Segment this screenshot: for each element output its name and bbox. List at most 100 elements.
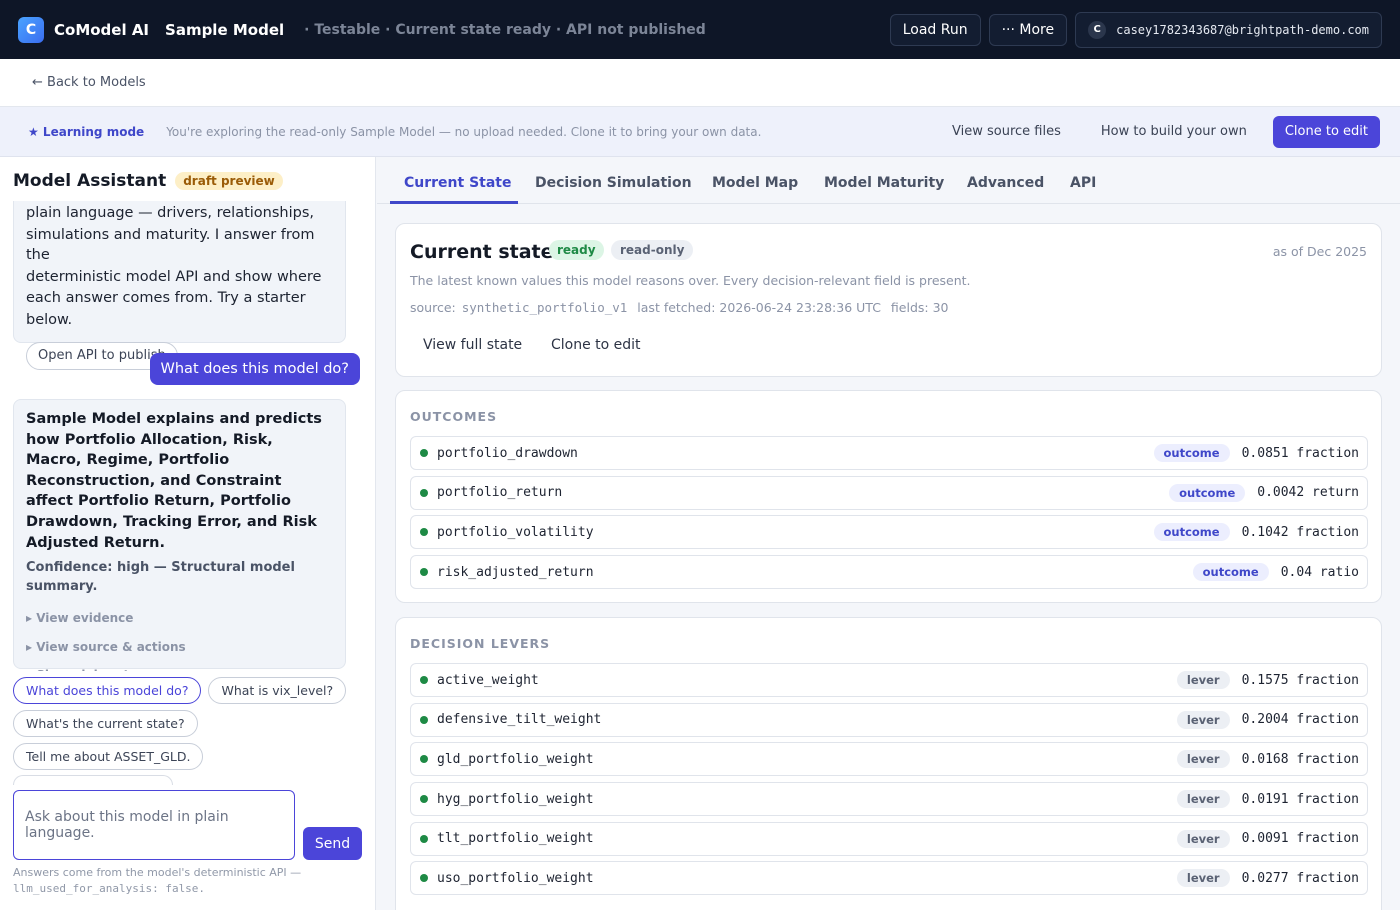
active-tab-indicator (390, 201, 518, 204)
intro-line: each answer comes from. Try a starter (26, 290, 306, 307)
card-clone-to-edit-button[interactable]: Clone to edit (551, 337, 641, 353)
field-kind-badge: lever (1176, 710, 1230, 729)
field-kind-badge: lever (1176, 829, 1230, 848)
starter-overflow (13, 775, 173, 785)
app-logo-icon[interactable]: C (18, 16, 44, 43)
answer-text: Sample Model explains and predicts how P… (26, 411, 322, 551)
state-field-row[interactable]: portfolio_drawdown outcome 0.0851 fraction (410, 436, 1368, 470)
field-kind-badge: lever (1176, 671, 1230, 689)
status-dot-icon (420, 755, 428, 764)
state-field-row[interactable]: hyg_portfolio_weight lever 0.0191 fraction (410, 782, 1368, 817)
intro-line: simulations and maturity. I answer from … (26, 226, 315, 264)
tab-model-maturity[interactable]: Model Maturity (824, 175, 944, 191)
state-field-row[interactable]: risk_adjusted_return outcome 0.04 ratio (410, 555, 1368, 590)
field-kind-badge: outcome (1153, 523, 1230, 542)
state-field-row[interactable]: tlt_portfolio_weight lever 0.0091 fraction (410, 821, 1368, 856)
assistant-intro-message: plain language — drivers, relationships,… (13, 201, 346, 371)
starter-vix-level[interactable]: What is vix_level? (208, 677, 347, 704)
learning-mode-text: You're exploring the read-only Sample Mo… (166, 124, 762, 139)
model-assistant-panel: Model Assistant draft preview plain lang… (0, 157, 376, 910)
field-name: risk_adjusted_return (437, 564, 594, 580)
field-kind-badge: lever (1176, 869, 1230, 888)
field-name: tlt_portfolio_weight (437, 831, 594, 847)
status-dot-icon (420, 568, 428, 577)
state-field-row[interactable]: active_weight lever 0.1575 fraction (410, 663, 1368, 697)
main-content: Current State Decision Simulation Model … (377, 157, 1400, 910)
back-row: ← Back to Models (0, 59, 1400, 107)
state-field-row[interactable]: uso_portfolio_weight lever 0.0277 fraction (410, 861, 1368, 896)
show-debug-trace-toggle[interactable]: ▸ Show debug trace (26, 661, 333, 671)
field-value: 0.1042 fraction (1241, 524, 1359, 540)
intro-line: below. (26, 311, 73, 328)
model-name: Sample Model (165, 20, 285, 39)
starter-current-state[interactable]: What's the current state? (13, 710, 198, 737)
tab-current-state[interactable]: Current State (404, 175, 512, 191)
state-field-row[interactable]: portfolio_volatility outcome 0.1042 fracti… (410, 515, 1368, 550)
field-value: 0.1575 fraction (1241, 672, 1359, 688)
send-button[interactable]: Send (303, 827, 362, 860)
fields-count: fields: 30 (890, 300, 949, 315)
field-kind-badge: lever (1176, 790, 1230, 809)
assistant-title: Model Assistant (13, 171, 167, 191)
field-value: 0.2004 fraction (1241, 712, 1359, 728)
view-full-state-button[interactable]: View full state (423, 337, 522, 353)
how-to-build-link[interactable]: How to build your own (1081, 124, 1267, 139)
outcomes-label: OUTCOMES (410, 409, 498, 424)
user-message: What does this model do? (149, 353, 360, 385)
field-kind-badge: outcome (1153, 444, 1230, 462)
field-name: hyg_portfolio_weight (437, 791, 594, 807)
answer-confidence: Confidence: high — Structural model summ… (26, 560, 295, 594)
assistant-question-input[interactable]: Ask about this model in plain language. (13, 790, 295, 860)
tab-decision-simulation[interactable]: Decision Simulation (535, 175, 692, 191)
tab-model-map[interactable]: Model Map (712, 175, 798, 191)
field-name: gld_portfolio_weight (437, 751, 594, 767)
status-dot-icon (420, 874, 428, 883)
brand-name[interactable]: CoModel AI (54, 21, 149, 39)
top-bar: C CoModel AI Sample Model · Testable · C… (0, 0, 1400, 59)
user-menu[interactable]: C casey1782343687@brightpath-demo.com (1075, 11, 1382, 48)
decision-levers-card: DECISION LEVERS active_weight lever 0.1575… (395, 617, 1382, 910)
view-source-files-link[interactable]: View source files (932, 124, 1081, 139)
field-kind-badge: outcome (1192, 563, 1269, 582)
status-dot-icon (420, 449, 428, 457)
back-to-models-link[interactable]: ← Back to Models (32, 75, 146, 90)
status-dot-icon (420, 528, 428, 537)
starter-asset-gld[interactable]: Tell me about ASSET_GLD. (13, 743, 204, 770)
state-source-meta: source: synthetic_portfolio_v1 last fetch… (410, 300, 955, 315)
last-fetched: last fetched: 2026-06-24 23:28:36 UTC (637, 300, 881, 315)
status-dot-icon (420, 676, 428, 684)
view-evidence-toggle[interactable]: ▸ View evidence (26, 604, 333, 633)
field-kind-badge: outcome (1169, 483, 1246, 502)
chat-history[interactable]: plain language — drivers, relationships,… (13, 201, 363, 671)
footnote-code: llm_used_for_analysis: false. (13, 882, 206, 895)
more-menu-button[interactable]: ··· More (988, 13, 1068, 46)
status-dot-icon (420, 715, 428, 724)
field-name: portfolio_volatility (437, 524, 594, 540)
current-state-description: The latest known values this model reaso… (410, 273, 971, 288)
source-label: source: (410, 300, 456, 315)
decision-levers-label: DECISION LEVERS (410, 636, 551, 651)
state-field-row[interactable]: portfolio_return outcome 0.0042 return (410, 475, 1368, 510)
footnote-text: Answers come from the model's determinis… (13, 866, 302, 879)
status-dot-icon (420, 488, 428, 497)
current-state-title: Current state (410, 241, 554, 263)
assistant-answer-message: Sample Model explains and predicts how P… (13, 399, 346, 671)
status-dot-icon (420, 795, 428, 804)
state-field-row[interactable]: defensive_tilt_weight lever 0.2004 fractio… (410, 702, 1368, 737)
read-only-badge: read-only (611, 240, 694, 260)
tab-advanced[interactable]: Advanced (967, 175, 1044, 191)
clone-to-edit-button[interactable]: Clone to edit (1272, 115, 1380, 148)
field-value: 0.0851 fraction (1241, 445, 1359, 461)
model-status-line: · Testable · Current state ready · API n… (304, 21, 706, 38)
avatar: C (1088, 20, 1107, 39)
field-value: 0.0277 fraction (1241, 870, 1359, 886)
load-run-button[interactable]: Load Run (889, 13, 981, 46)
starter-what-does-model-do[interactable]: What does this model do? (13, 677, 202, 704)
tab-api[interactable]: API (1070, 175, 1096, 191)
field-name: portfolio_return (437, 485, 563, 501)
state-field-row[interactable]: gld_portfolio_weight lever 0.0168 fraction (410, 742, 1368, 777)
field-kind-badge: lever (1176, 750, 1230, 769)
view-source-actions-toggle[interactable]: ▸ View source & actions (26, 633, 333, 662)
field-name: uso_portfolio_weight (437, 870, 594, 886)
field-value: 0.0191 fraction (1241, 791, 1359, 807)
